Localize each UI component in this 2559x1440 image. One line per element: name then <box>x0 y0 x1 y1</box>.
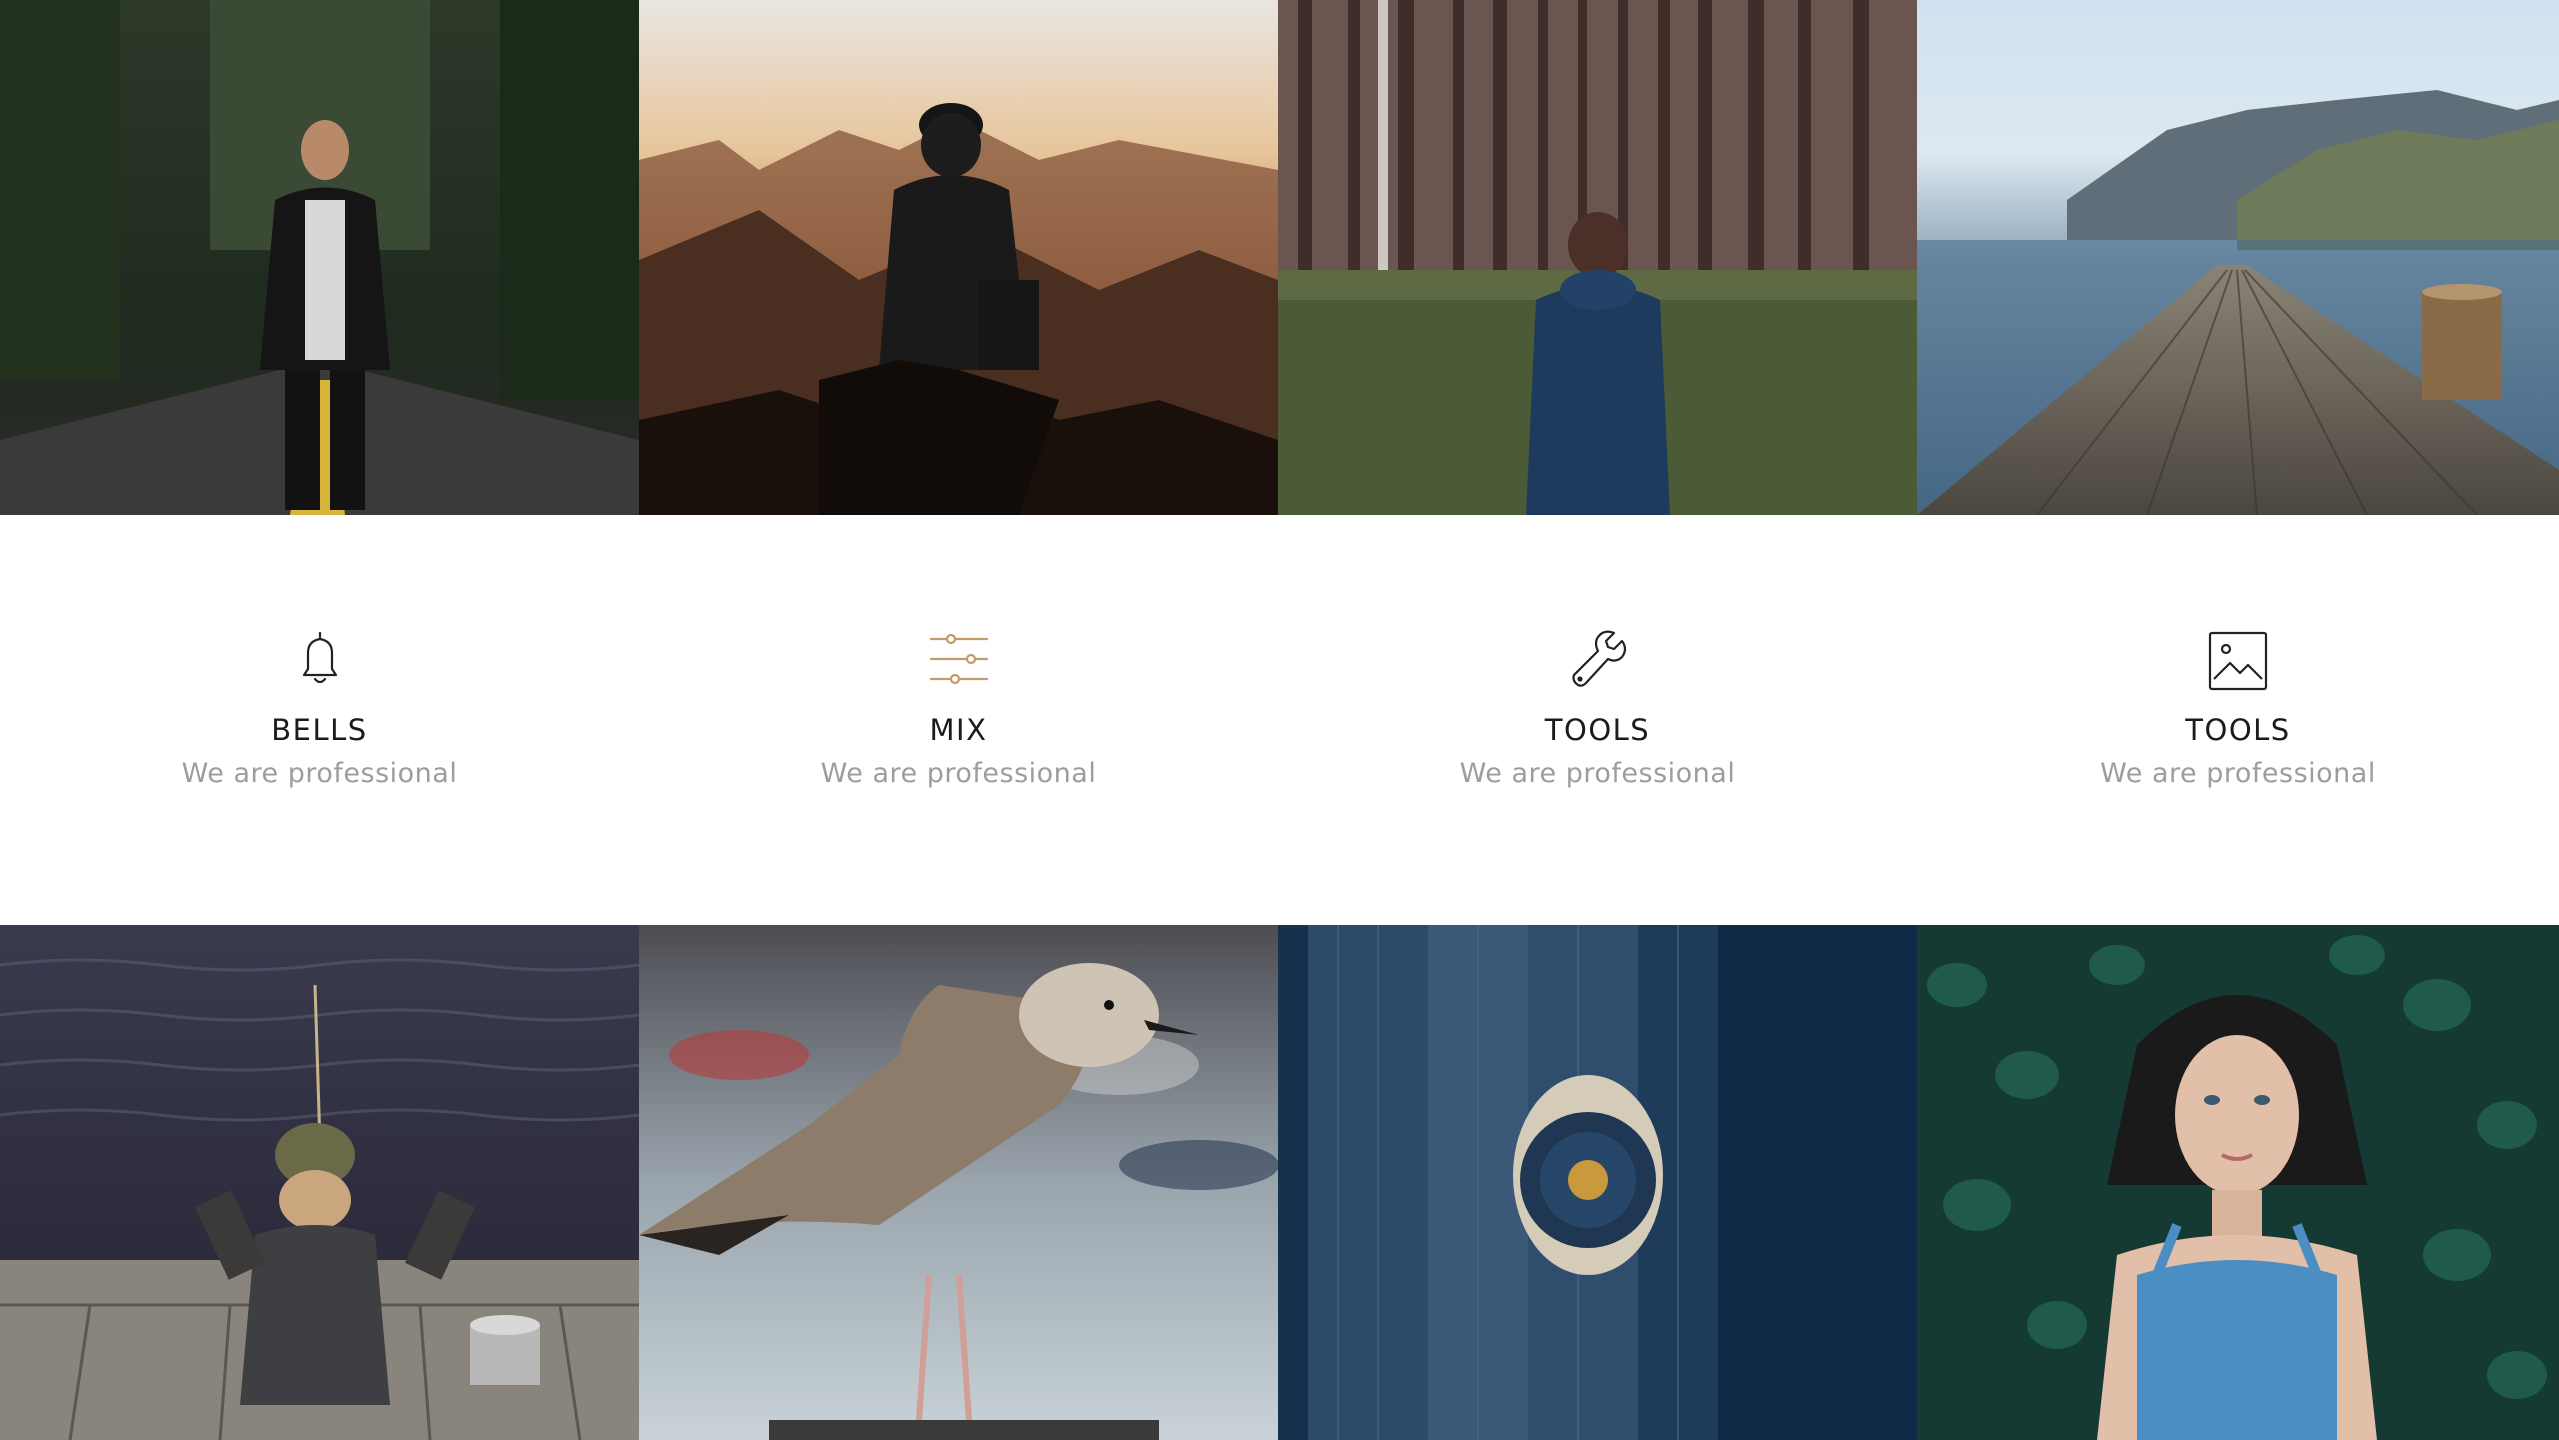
feature-subtitle: We are professional <box>1459 758 1736 789</box>
woman-in-pine-forest-photo[interactable] <box>1278 0 1917 515</box>
wooden-dock-lake-photo[interactable] <box>1917 0 2559 515</box>
feature-subtitle: We are professional <box>820 758 1097 789</box>
feature-mix: MIX We are professional <box>639 515 1278 925</box>
feature-subtitle: We are professional <box>2100 758 2376 789</box>
feature-title: MIX <box>929 713 988 747</box>
bell-icon <box>288 627 352 691</box>
feature-title: TOOLS <box>2185 713 2291 747</box>
child-fishing-on-pier-photo[interactable] <box>0 925 639 1440</box>
portfolio-page: BELLS We are professional MIX We are pro… <box>0 0 2559 1440</box>
feature-subtitle: We are professional <box>181 758 458 789</box>
man-on-forest-road-photo[interactable] <box>0 0 639 515</box>
sliders-icon <box>927 627 991 691</box>
feature-tools: TOOLS We are professional <box>1278 515 1917 925</box>
feature-title: TOOLS <box>1544 713 1651 747</box>
feature-bells: BELLS We are professional <box>0 515 639 925</box>
blue-wooden-door-bell-photo[interactable] <box>1278 925 1917 1440</box>
features-section: BELLS We are professional MIX We are pro… <box>0 515 2559 925</box>
top-photo-row <box>0 0 2559 515</box>
woman-in-ivy-photo[interactable] <box>1917 925 2559 1440</box>
wrench-icon <box>1566 627 1630 691</box>
feature-title: BELLS <box>271 713 368 747</box>
seagull-photo[interactable] <box>639 925 1278 1440</box>
feature-tools-image: TOOLS We are professional <box>1917 515 2559 925</box>
image-icon <box>2206 627 2270 691</box>
bottom-photo-row <box>0 925 2559 1440</box>
hiker-mountain-sunset-photo[interactable] <box>639 0 1278 515</box>
